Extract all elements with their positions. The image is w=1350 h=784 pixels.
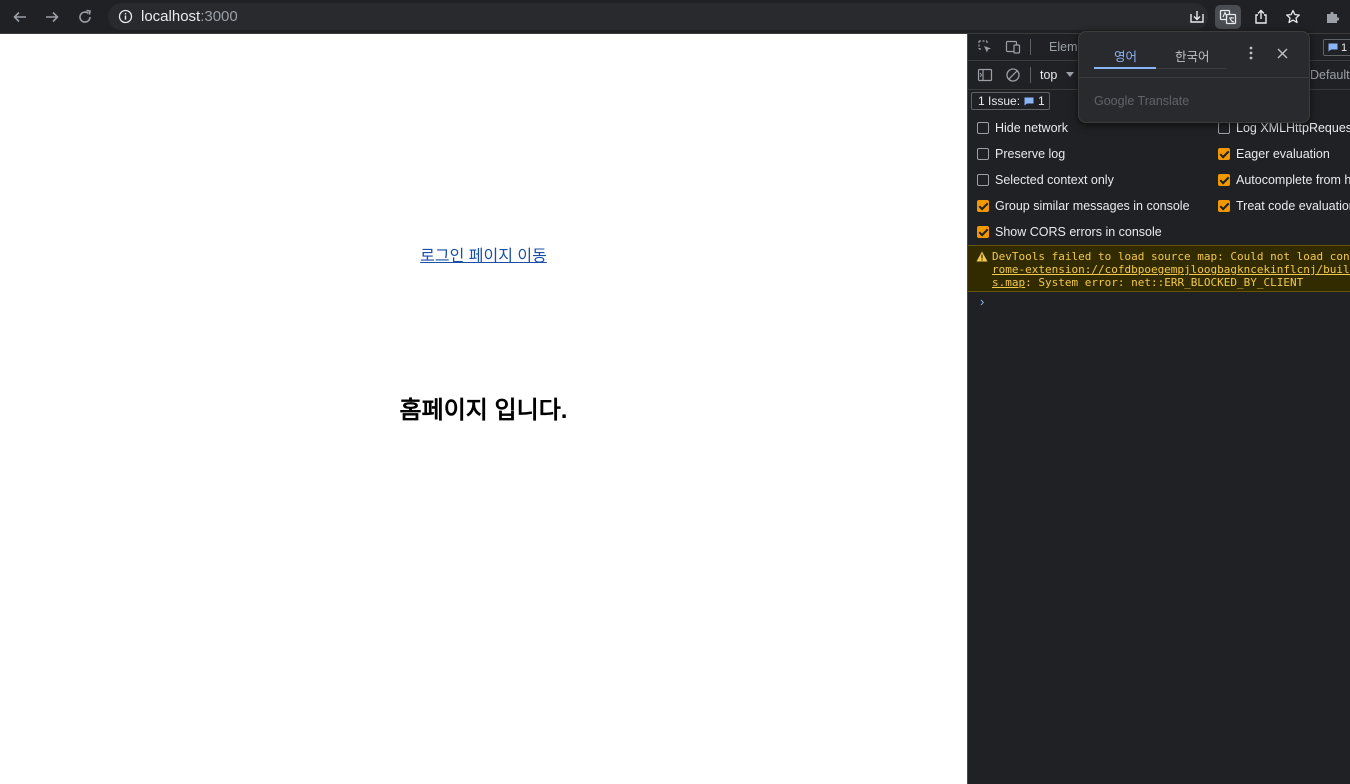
option-label: Log XMLHttpRequests xyxy=(1236,121,1350,135)
browser-toolbar: localhost:3000 xyxy=(0,0,1350,34)
checkbox-checked[interactable] xyxy=(1218,200,1230,212)
message-icon xyxy=(1024,97,1034,105)
devtools-panel: Eleme 1 top Default 1 Issue: 1 Hide netw… xyxy=(967,34,1350,784)
option-label: Group similar messages in console xyxy=(995,199,1190,213)
warning-icon xyxy=(976,251,988,262)
issues-button[interactable]: 1 Issue: 1 xyxy=(971,92,1050,110)
install-icon[interactable] xyxy=(1184,5,1210,29)
address-bar[interactable]: localhost:3000 xyxy=(108,3,1208,30)
checkbox-checked[interactable] xyxy=(977,226,989,238)
eager-evaluation-option[interactable]: Eager evaluation xyxy=(1218,145,1330,163)
option-label: Treat code evaluation as user action xyxy=(1236,199,1350,213)
info-icon[interactable] xyxy=(118,9,133,24)
issues-label: 1 Issue: xyxy=(978,94,1021,108)
option-label: Show CORS errors in console xyxy=(995,225,1162,239)
autocomplete-option[interactable]: Autocomplete from history xyxy=(1218,171,1350,189)
console-settings: Hide network Preserve log Selected conte… xyxy=(968,114,1350,246)
sidebar-toggle-icon[interactable] xyxy=(976,66,994,84)
url-text: localhost:3000 xyxy=(141,8,238,25)
inspect-element-icon[interactable] xyxy=(976,38,994,56)
close-icon[interactable] xyxy=(1274,45,1290,61)
warning-line-1: DevTools failed to load source map: Coul… xyxy=(992,250,1350,263)
log-levels-dropdown[interactable]: Default xyxy=(1310,68,1350,82)
extensions-icon[interactable] xyxy=(1320,5,1346,29)
console-warning-message: DevTools failed to load source map: Coul… xyxy=(968,245,1350,292)
warning-line-3: s.map: System error: net::ERR_BLOCKED_BY… xyxy=(992,276,1303,289)
checkbox-checked[interactable] xyxy=(1218,174,1230,186)
page-viewport: 로그인 페이지 이동 홈페이지 입니다. xyxy=(0,34,967,784)
back-icon[interactable] xyxy=(8,5,32,29)
option-label: Preserve log xyxy=(995,147,1066,161)
show-cors-option[interactable]: Show CORS errors in console xyxy=(977,223,1162,241)
translate-icon[interactable] xyxy=(1215,5,1241,29)
checkbox[interactable] xyxy=(1218,122,1230,134)
checkbox-checked[interactable] xyxy=(977,200,989,212)
login-page-link[interactable]: 로그인 페이지 이동 xyxy=(0,242,967,266)
console-prompt-chevron[interactable]: › xyxy=(980,294,984,309)
chevron-down-icon xyxy=(1066,72,1074,77)
option-label: Selected context only xyxy=(995,173,1114,187)
warning-map-link[interactable]: s.map xyxy=(992,276,1025,289)
clear-console-icon[interactable] xyxy=(1004,66,1022,84)
warning-source-link[interactable]: rome-extension://cofdbpoegempjloogbagknc… xyxy=(992,263,1350,276)
context-selector[interactable]: top xyxy=(1040,68,1057,82)
checkbox[interactable] xyxy=(977,174,989,186)
option-label: Hide network xyxy=(995,121,1068,135)
more-options-icon[interactable] xyxy=(1243,45,1259,61)
url-host: localhost xyxy=(141,8,201,25)
issues-count: 1 xyxy=(1038,94,1045,108)
toolbar-divider xyxy=(1030,67,1031,83)
issues-counter-value: 1 xyxy=(1341,41,1348,54)
option-label: Autocomplete from history xyxy=(1236,173,1350,187)
reload-icon[interactable] xyxy=(73,5,97,29)
forward-icon[interactable] xyxy=(40,5,64,29)
checkbox-checked[interactable] xyxy=(1218,148,1230,160)
url-port: :3000 xyxy=(200,8,238,25)
selected-context-option[interactable]: Selected context only xyxy=(977,171,1114,189)
preserve-log-option[interactable]: Preserve log xyxy=(977,145,1065,163)
checkbox[interactable] xyxy=(977,148,989,160)
warning-error-text: : System error: net::ERR_BLOCKED_BY_CLIE… xyxy=(1025,276,1304,289)
toolbar-divider xyxy=(1030,39,1031,55)
device-toolbar-icon[interactable] xyxy=(1004,38,1022,56)
group-similar-option[interactable]: Group similar messages in console xyxy=(977,197,1190,215)
translate-popup: 영어 한국어 Google Translate xyxy=(1078,31,1310,123)
message-icon xyxy=(1328,43,1338,52)
popup-divider xyxy=(1079,77,1309,78)
treat-code-eval-option[interactable]: Treat code evaluation as user action xyxy=(1218,197,1350,215)
option-label: Eager evaluation xyxy=(1236,147,1330,161)
tab-target-language[interactable]: 한국어 xyxy=(1175,46,1210,65)
hide-network-option[interactable]: Hide network xyxy=(977,119,1068,137)
active-tab-indicator xyxy=(1094,67,1156,69)
issues-counter[interactable]: 1 xyxy=(1323,39,1350,56)
share-icon[interactable] xyxy=(1248,5,1274,29)
bookmark-star-icon[interactable] xyxy=(1280,5,1306,29)
tab-source-language[interactable]: 영어 xyxy=(1114,46,1137,65)
page-heading: 홈페이지 입니다. xyxy=(399,397,568,424)
google-translate-brand: Google Translate xyxy=(1094,94,1190,108)
checkbox[interactable] xyxy=(977,122,989,134)
